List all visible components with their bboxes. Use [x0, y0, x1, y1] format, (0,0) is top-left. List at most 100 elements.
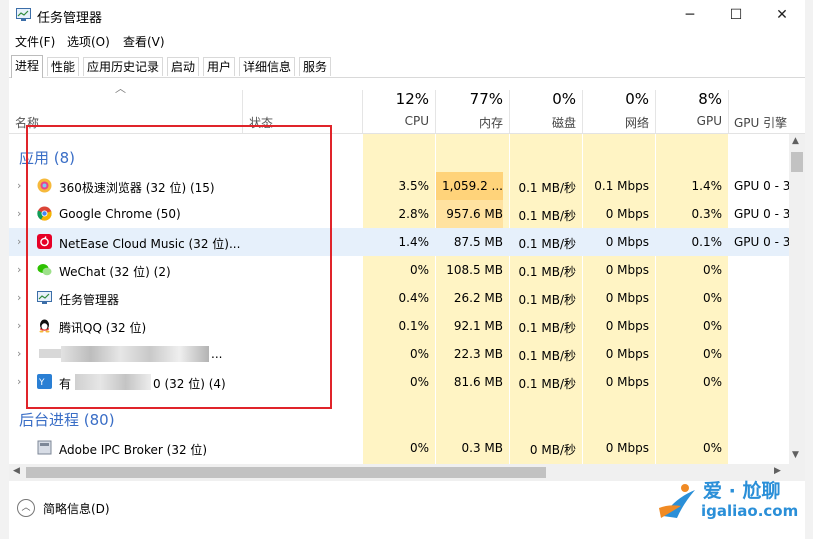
gpu-engine-cell: GPU 0 - 3 [734, 235, 789, 249]
disk-cell: 0.1 MB/秒 [518, 265, 576, 279]
scroll-up-icon[interactable]: ▲ [792, 136, 799, 146]
task-manager-app-icon [16, 8, 31, 21]
tab-processes[interactable]: 进程 [11, 55, 44, 78]
column-status[interactable]: 状态 [249, 114, 273, 131]
tab-startup[interactable]: 启动 [167, 57, 200, 76]
title-bar[interactable]: 任务管理器 ─ ☐ ✕ [9, 0, 805, 30]
process-row[interactable]: › WeChat (32 位) (2) 0% 108.5 MB 0.1 MB/秒… [9, 256, 789, 284]
scroll-down-icon[interactable]: ▼ [792, 450, 799, 460]
cpu-cell: 0.4% [398, 291, 430, 305]
redacted-process-name [61, 346, 209, 362]
gpu-cell: 0% [702, 441, 722, 455]
memory-cell: 1,059.2 ... [436, 172, 503, 200]
process-name-ellipsis: ... [211, 347, 223, 361]
expand-chevron-icon[interactable]: › [17, 207, 21, 220]
expand-chevron-icon[interactable]: › [17, 235, 21, 248]
gpu-cell: 0% [702, 291, 722, 305]
expand-chevron-icon[interactable]: › [17, 375, 21, 388]
menu-options[interactable]: 选项(O) [67, 33, 110, 50]
svg-text:Y: Y [38, 378, 45, 388]
network-cell: 0 Mbps [605, 347, 649, 361]
wechat-icon [37, 264, 52, 276]
column-network[interactable]: 0% 网络 [583, 78, 655, 133]
expand-chevron-icon[interactable]: › [17, 263, 21, 276]
qq-icon [39, 319, 50, 333]
disk-cell: 0.1 MB/秒 [518, 293, 576, 307]
gpu-cell: 0.3% [691, 207, 723, 221]
column-name[interactable]: 名称 [15, 114, 39, 131]
chevron-up-icon[interactable]: ︿ [17, 499, 35, 517]
column-gpu[interactable]: 8% GPU [656, 78, 728, 133]
expand-chevron-icon[interactable]: › [17, 179, 21, 192]
cpu-cell: 2.8% [398, 207, 430, 221]
menu-file[interactable]: 文件(F) [15, 33, 55, 50]
column-divider [728, 90, 729, 133]
gpu-total-percent: 8% [698, 90, 722, 108]
cpu-cell: 0% [409, 375, 429, 389]
watermark-title: 爱 · 尬聊 [703, 480, 781, 502]
network-cell: 0 Mbps [605, 235, 649, 249]
close-button[interactable]: ✕ [759, 0, 805, 30]
process-row[interactable]: › Google Chrome (50) 2.8% 957.6 MB 0.1 M… [9, 200, 789, 228]
background-window-edge-right [805, 0, 813, 539]
gpu-cell: 0.1% [691, 235, 723, 249]
column-cpu[interactable]: 12% CPU [363, 78, 435, 133]
group-title-apps: 应用 (8) [19, 149, 76, 167]
maximize-button[interactable]: ☐ [713, 0, 759, 30]
vertical-scrollbar[interactable]: ▲ ▼ [789, 134, 805, 464]
scroll-left-icon[interactable]: ◀ [13, 466, 20, 476]
process-row-selected[interactable]: › NetEase Cloud Music (32 位)... 1.4% 87.… [9, 228, 789, 256]
disk-cell: 0.1 MB/秒 [518, 209, 576, 223]
disk-cell: 0.1 MB/秒 [518, 321, 576, 335]
tab-services[interactable]: 服务 [299, 57, 332, 76]
process-name: NetEase Cloud Music (32 位)... [59, 237, 241, 251]
process-name-prefix: 有 [59, 377, 72, 391]
process-name: 360极速浏览器 (32 位) (15) [59, 181, 215, 195]
process-row[interactable]: › Y 有 0 (32 位) (4) 0% 81.6 MB 0.1 MB/秒 0… [9, 368, 789, 396]
group-header-background[interactable]: 后台进程 (80) [9, 404, 789, 432]
fewer-details-link[interactable]: 简略信息(D) [43, 500, 110, 517]
cpu-cell: 1.4% [398, 235, 430, 249]
process-name: 腾讯QQ (32 位) [59, 321, 147, 335]
network-cell: 0 Mbps [605, 291, 649, 305]
cpu-cell: 0.1% [398, 319, 430, 333]
task-manager-window: 任务管理器 ─ ☐ ✕ 文件(F) 选项(O) 查看(V) 进程 性能 应用历史… [9, 0, 805, 539]
column-gpu-engine[interactable]: GPU 引擎 [734, 114, 787, 131]
window-title: 任务管理器 [37, 11, 103, 26]
process-row[interactable]: › 腾讯QQ (32 位) 0.1% 92.1 MB 0.1 MB/秒 0 Mb… [9, 312, 789, 340]
adobe-icon [37, 440, 52, 455]
cpu-cell: 0% [409, 347, 429, 361]
memory-cell: 957.6 MB [436, 200, 503, 228]
column-memory[interactable]: 77% 内存 [436, 78, 509, 133]
process-name: 任务管理器 [59, 293, 120, 307]
watermark-logo-icon [659, 484, 695, 518]
tab-performance[interactable]: 性能 [47, 57, 80, 76]
tab-app-history[interactable]: 应用历史记录 [83, 57, 164, 76]
group-header-apps[interactable]: 应用 (8) [9, 142, 789, 170]
cpu-cell: 3.5% [398, 179, 430, 193]
vertical-scroll-thumb[interactable] [791, 152, 803, 172]
expand-chevron-icon[interactable]: › [17, 291, 21, 304]
memory-cell: 92.1 MB [453, 319, 503, 333]
process-row[interactable]: › 360极速浏览器 (32 位) (15) 3.5% 1,059.2 ... … [9, 172, 789, 200]
column-divider [242, 90, 243, 133]
horizontal-scroll-thumb[interactable] [26, 467, 546, 478]
column-disk[interactable]: 0% 磁盘 [510, 78, 582, 133]
process-row[interactable]: › 任务管理器 0.4% 26.2 MB 0.1 MB/秒 0 Mbps 0% [9, 284, 789, 312]
memory-cell: 87.5 MB [453, 235, 503, 249]
menu-view[interactable]: 查看(V) [123, 33, 165, 50]
process-row[interactable]: › ... 0% 22.3 MB 0.1 MB/秒 0 Mbps 0% [9, 340, 789, 368]
tab-users[interactable]: 用户 [203, 57, 236, 76]
process-row[interactable]: Adobe IPC Broker (32 位) 0% 0.3 MB 0 MB/秒… [9, 434, 789, 462]
tab-details[interactable]: 详细信息 [239, 57, 296, 76]
process-name: Adobe IPC Broker (32 位) [59, 443, 208, 457]
minimize-button[interactable]: ─ [667, 0, 713, 30]
expand-chevron-icon[interactable]: › [17, 347, 21, 360]
network-cell: 0 Mbps [605, 441, 649, 455]
disk-cell: 0.1 MB/秒 [518, 377, 576, 391]
site-watermark: 爱 · 尬聊 igaliao.com [655, 472, 805, 532]
expand-chevron-icon[interactable]: › [17, 319, 21, 332]
gpu-engine-cell: GPU 0 - 3 [734, 179, 789, 193]
gpu-cell: 0% [702, 347, 722, 361]
process-name: WeChat (32 位) (2) [59, 265, 171, 279]
